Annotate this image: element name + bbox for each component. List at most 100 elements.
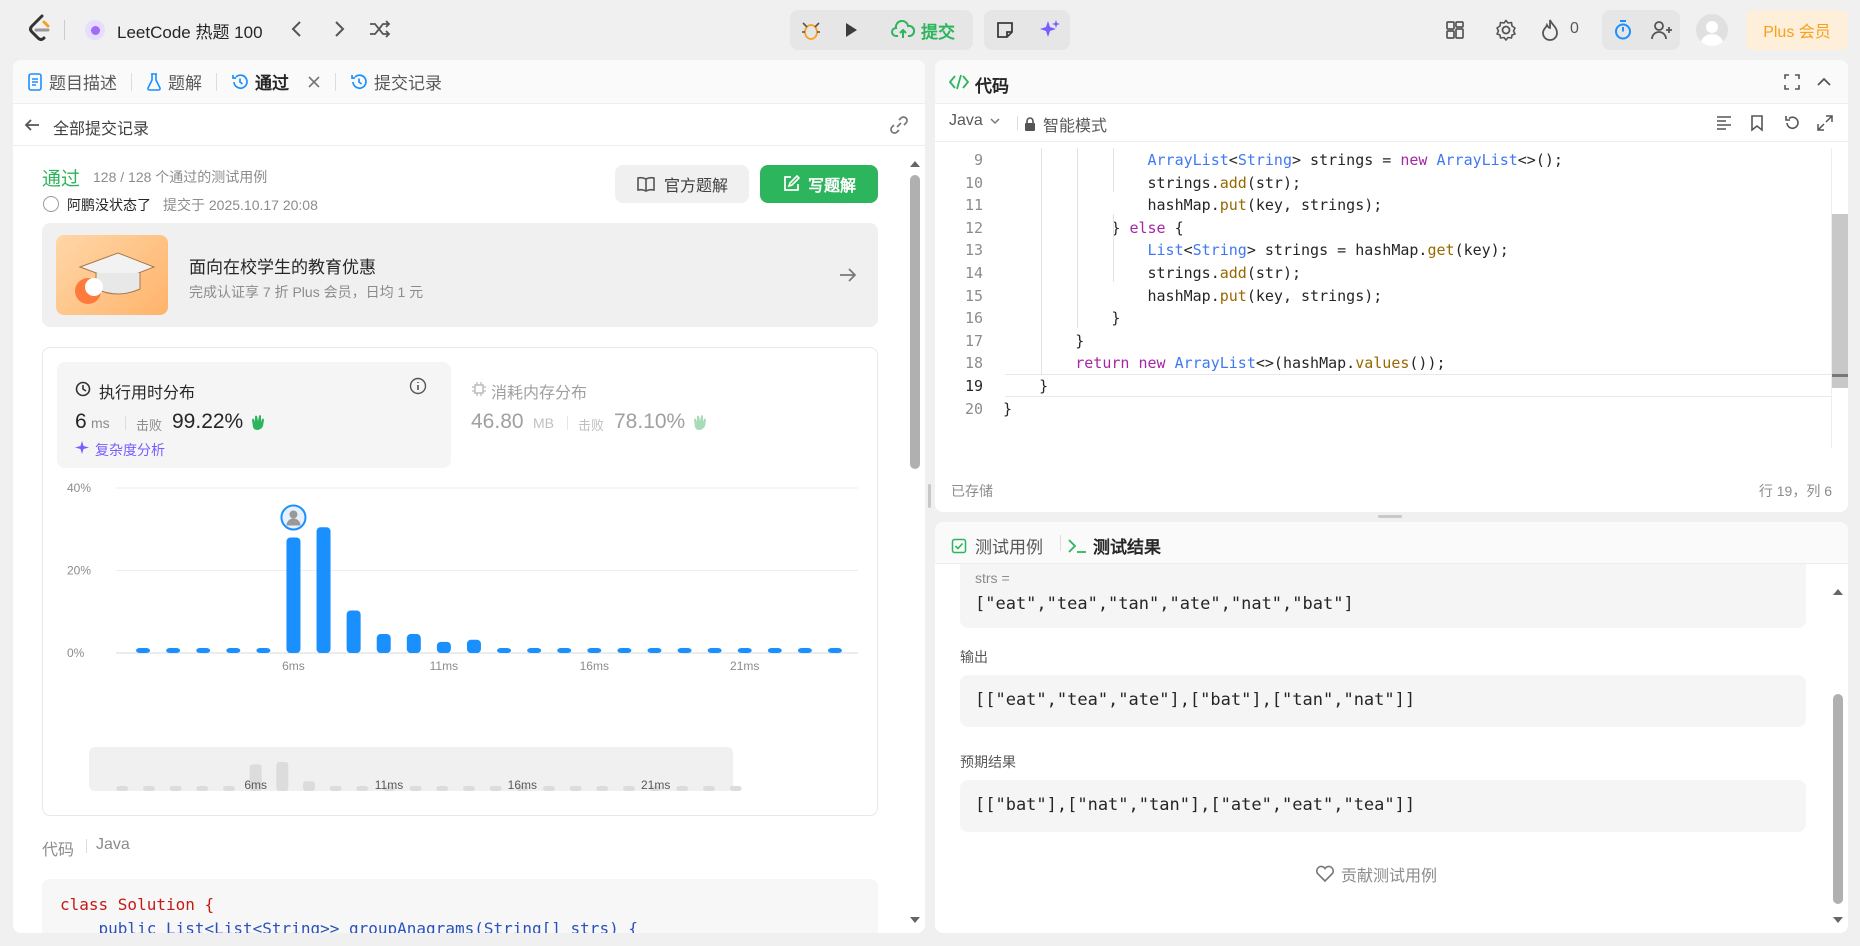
user-marker-head (289, 510, 298, 519)
code-panel-title: 代码 (975, 77, 1009, 96)
book-icon (637, 176, 655, 192)
test-tab-bar: 测试用例 测试结果 (935, 522, 1848, 564)
left-panel: 题目描述 题解 通过 提交记录 全部提交记录 通过 128 / 128 个通过的… (13, 60, 925, 933)
code-line[interactable]: 18 return new ArrayList<>(hashMap.values… (935, 352, 1830, 375)
line-text: return new ArrayList<>(hashMap.values())… (1075, 354, 1446, 373)
editor-scrollbar-thumb[interactable] (1832, 214, 1848, 388)
settings-gear-icon[interactable] (1494, 18, 1518, 42)
panel-resizer[interactable] (928, 484, 931, 508)
bookmark-icon[interactable] (1749, 114, 1765, 132)
runtime-range-slider[interactable]: 6ms 11ms 16ms 21ms (43, 747, 879, 797)
promo-arrow-icon (838, 265, 858, 289)
line-text: hashMap.put(key, strings); (1003, 196, 1383, 215)
official-solution-button[interactable]: 官方题解 (615, 165, 749, 203)
add-friend-icon[interactable] (1648, 16, 1676, 44)
code-line[interactable]: 15 hashMap.put(key, strings); (935, 285, 1830, 308)
code-line[interactable]: 19 } (935, 375, 1830, 398)
timer-icon[interactable] (1608, 16, 1638, 44)
code-line[interactable]: 14 strings.add(str); (935, 262, 1830, 285)
tab-test-cases[interactable]: 测试用例 (951, 533, 1043, 558)
smart-mode-toggle[interactable]: 智能模式 (1023, 112, 1107, 136)
all-submissions-link[interactable]: 全部提交记录 (53, 115, 149, 139)
code-lines[interactable]: 9 ArrayList<String> strings = new ArrayL… (935, 148, 1830, 420)
memory-tab[interactable]: 消耗内存分布 46.80 MB 击败 78.10% (471, 362, 865, 468)
language-label: Java (949, 112, 983, 129)
line-text: } (1003, 309, 1121, 328)
code-line[interactable]: 9 ArrayList<String> strings = new ArrayL… (935, 149, 1830, 172)
reset-icon[interactable] (1783, 114, 1801, 132)
fullscreen-icon[interactable] (1783, 73, 1801, 91)
indent-guide (1077, 148, 1078, 328)
chart-bar (707, 648, 722, 653)
horizontal-resizer[interactable] (1378, 515, 1402, 518)
info-icon[interactable] (409, 377, 427, 395)
chart-bar (196, 648, 211, 653)
code-line[interactable]: 16 } (935, 307, 1830, 330)
mini-bar (303, 781, 315, 791)
code-line: public List<List<String>> groupAnagrams(… (60, 917, 860, 933)
tab-solutions[interactable]: 题解 (146, 69, 202, 94)
tab-description[interactable]: 题目描述 (27, 69, 117, 94)
official-solution-label: 官方题解 (663, 178, 728, 195)
tab-submissions[interactable]: 提交记录 (350, 69, 442, 94)
note-icon[interactable] (990, 16, 1020, 44)
left-scrollbar-thumb[interactable] (910, 175, 920, 469)
left-scroll-down-icon[interactable] (909, 912, 921, 929)
layout-icon[interactable] (1444, 19, 1466, 41)
user-name[interactable]: 阿鹏没状态了 (67, 195, 151, 215)
history-icon (232, 73, 248, 89)
education-promo-banner[interactable]: 面向在校学生的教育优惠 完成认证享 7 折 Plus 会员，日均 1 元 (42, 223, 878, 327)
language-select[interactable]: Java (949, 112, 1001, 130)
complexity-analysis-link[interactable]: 复杂度分析 (95, 440, 165, 460)
line-text: } (1003, 399, 1013, 418)
ai-sparkle-icon[interactable] (1035, 16, 1065, 44)
clap-icon (691, 413, 709, 435)
code-line[interactable]: 20} (935, 398, 1830, 421)
close-tab-icon[interactable] (307, 75, 321, 89)
tab-accepted[interactable]: 通过 (231, 69, 321, 94)
format-icon[interactable] (1715, 114, 1733, 132)
runtime-tab[interactable]: 执行用时分布 6 ms 击败 99.22% 复杂度分析 (57, 362, 451, 468)
submit-button[interactable]: 提交 (873, 12, 973, 48)
editor-scroll-marker (1832, 374, 1848, 377)
plus-membership-button[interactable]: Plus 会员 (1746, 10, 1848, 50)
expected-value: [["bat"],["nat","tan"],["ate","eat","tea… (975, 795, 1416, 815)
test-scroll-down-icon[interactable] (1832, 912, 1844, 929)
write-solution-button[interactable]: 写题解 (760, 165, 878, 203)
code-line[interactable]: 11 hashMap.put(key, strings); (935, 194, 1830, 217)
next-problem-icon[interactable] (328, 18, 350, 40)
leetcode-logo-icon[interactable] (26, 14, 52, 44)
line-number: 14 (964, 263, 983, 282)
expand-icon[interactable] (1817, 115, 1833, 131)
line-text: strings.add(str); (1003, 263, 1302, 282)
test-scrollbar-thumb[interactable] (1833, 694, 1843, 904)
code-line[interactable]: 10 strings.add(str); (935, 172, 1830, 195)
prev-problem-icon[interactable] (286, 18, 308, 40)
collapse-chevron-icon[interactable] (1815, 73, 1833, 91)
code-line[interactable]: 12 } else { (935, 217, 1830, 240)
run-button[interactable] (836, 14, 866, 46)
line-number: 17 (964, 331, 983, 350)
tab-test-results[interactable]: 测试结果 (1067, 533, 1161, 558)
problem-list-icon[interactable] (85, 20, 105, 40)
debug-button[interactable] (796, 14, 826, 46)
line-number: 15 (964, 286, 983, 305)
test-scroll-up-icon[interactable] (1832, 584, 1844, 601)
share-link-icon[interactable] (889, 116, 909, 138)
contribute-testcase-button[interactable]: 贡献测试用例 (1315, 862, 1437, 886)
problem-list-title[interactable]: LeetCode 热题 100 (117, 18, 263, 43)
chart-bar (346, 610, 361, 653)
left-scroll-up-icon[interactable] (909, 156, 921, 173)
heart-icon (1315, 865, 1335, 883)
back-arrow-icon[interactable] (23, 116, 41, 138)
streak-fire-icon[interactable] (1540, 18, 1560, 42)
code-line[interactable]: 13 List<String> strings = hashMap.get(ke… (935, 239, 1830, 262)
chart-bar (256, 648, 271, 653)
chart-bar (436, 641, 451, 653)
code-line[interactable]: 17 } (935, 330, 1830, 353)
avatar[interactable] (1696, 14, 1728, 46)
mini-bar (116, 786, 129, 791)
shuffle-icon[interactable] (368, 18, 392, 40)
chevron-down-icon (990, 118, 1000, 125)
x-tick-label: 6ms (282, 659, 305, 673)
